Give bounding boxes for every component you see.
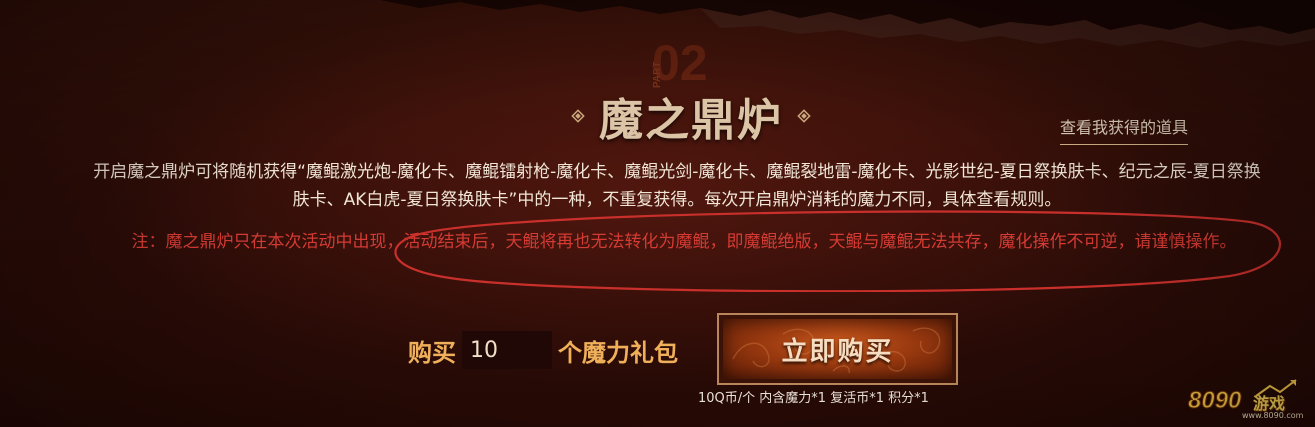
- price-info: 10Q币/个 内含魔力*1 复活币*1 积分*1: [698, 391, 929, 406]
- part-badge: 02 PART: [646, 32, 726, 92]
- event-panel: 02 PART 魔之鼎炉 查看我获得的道具 开启魔之鼎炉可将随机获得“魔鲲激光炮…: [0, 0, 1315, 427]
- part-02-badge-icon: 02 PART: [652, 35, 708, 91]
- buy-now-button[interactable]: 立即购买: [717, 313, 958, 385]
- warning-note: 注：魔之鼎炉只在本次活动中出现，活动结束后，天鲲将再也无法转化为魔鲲，即魔鲲绝版…: [131, 232, 1237, 252]
- buy-now-button-face: 立即购买: [723, 319, 952, 379]
- section-title: 魔之鼎炉: [599, 95, 783, 146]
- diamond-ornament-icon: [571, 109, 585, 123]
- purchase-row: 购买 个魔力礼包: [408, 327, 678, 373]
- description-text: 开启魔之鼎炉可将随机获得“魔鲲激光炮-魔化卡、魔鲲镭射枪-魔化卡、魔鲲光剑-魔化…: [93, 162, 1261, 210]
- pack-label: 个魔力礼包: [558, 338, 678, 367]
- quantity-input[interactable]: [462, 331, 552, 369]
- section-title-group: 魔之鼎炉: [556, 86, 826, 146]
- diamond-ornament-icon: [797, 109, 811, 123]
- view-my-items-link[interactable]: 查看我获得的道具: [1060, 114, 1189, 145]
- buy-label: 购买: [408, 338, 456, 367]
- svg-text:8090: 8090: [1188, 387, 1242, 414]
- watermark-url: www.8090.com: [1242, 411, 1304, 420]
- buy-now-button-label: 立即购买: [781, 336, 894, 367]
